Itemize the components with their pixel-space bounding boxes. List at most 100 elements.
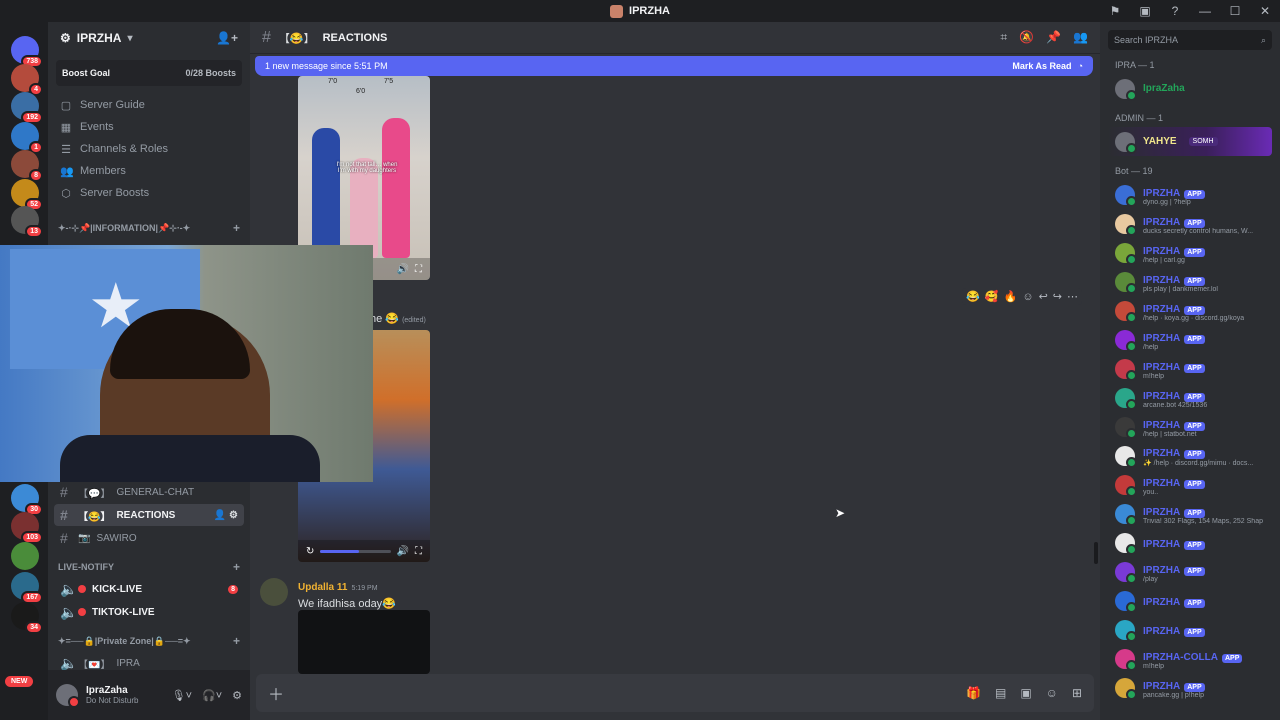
gif-icon[interactable]: ▤ <box>995 686 1006 700</box>
server-icon[interactable] <box>11 542 39 570</box>
notification-icon[interactable]: 🔕 <box>1019 30 1034 45</box>
member-name-row: IPRZHA APP <box>1143 271 1218 286</box>
inbox-icon[interactable]: ⚑ <box>1100 4 1130 18</box>
reaction-laugh[interactable]: 😂 <box>966 290 980 303</box>
new-badge[interactable]: NEW <box>5 676 34 687</box>
channel-tiktok-live[interactable]: 🔈 TIKTOK-LIVE <box>54 601 244 623</box>
channel-settings-icon[interactable]: 👤 ⚙ <box>214 510 238 521</box>
forward-icon[interactable]: ↪ <box>1053 290 1062 303</box>
member-bot[interactable]: IPRZHA APP arcane.bot 425/1536 <box>1108 383 1272 412</box>
server-icon[interactable]: 738 <box>11 36 43 68</box>
member-bot[interactable]: IPRZHA APP dyno.gg | ?help <box>1108 180 1272 209</box>
apps-icon[interactable]: ⊞ <box>1072 686 1082 700</box>
server-icon[interactable]: 167 <box>11 572 43 604</box>
category-private-zone[interactable]: ✦=──🔒|Private Zone|🔒──=✦ + <box>48 631 250 651</box>
member-admin[interactable]: YAHYE SOMH <box>1108 127 1272 156</box>
member-name-row: IPRZHA APP <box>1143 593 1205 608</box>
nav-channels-roles[interactable]: ☰ Channels & Roles <box>48 138 250 160</box>
fullscreen-icon[interactable]: ⛶ <box>415 264 422 275</box>
server-icon[interactable]: 13 <box>11 206 43 238</box>
member-bot[interactable]: IPRZHA APP/play <box>1108 557 1272 586</box>
attach-icon[interactable]: ＋ <box>268 681 284 705</box>
member-bot[interactable]: IPRZHA APP/help | carl.gg <box>1108 238 1272 267</box>
volume-icon[interactable]: 🔊 <box>397 264 409 275</box>
channel-general-chat[interactable]: # 【💬】 GENERAL-CHAT <box>54 481 244 503</box>
member-bot[interactable]: IPRZHA APP <box>1108 615 1272 644</box>
headphones-icon[interactable]: 🎧˅ <box>202 689 222 702</box>
video-attachment[interactable] <box>298 610 430 674</box>
search-input[interactable]: Search IPRZHA ⌕ <box>1108 30 1272 50</box>
member-bot[interactable]: IPRZHA APP you.. <box>1108 470 1272 499</box>
member-bot[interactable]: IPRZHA APP/help | statbot.net <box>1108 412 1272 441</box>
server-icon[interactable]: 192 <box>11 92 43 124</box>
mark-as-read-button[interactable]: Mark As Read <box>1012 61 1071 71</box>
nav-members[interactable]: 👥 Members <box>48 160 250 182</box>
add-channel-icon[interactable]: + <box>233 221 240 235</box>
member-bot[interactable]: IPRZHA APP/help · koya.gg · discord.gg/ko… <box>1108 296 1272 325</box>
sticker-icon[interactable]: ▣ <box>1020 686 1031 700</box>
server-icon[interactable]: 8 <box>11 150 43 182</box>
channel-reactions[interactable]: # 【😂】 REACTIONS 👤 ⚙ <box>54 504 244 526</box>
member-name-row: IPRZHA APP <box>1143 503 1263 518</box>
gift-icon[interactable]: 🎁 <box>966 686 981 700</box>
channel-sawiro[interactable]: # 📷 SAWIRO <box>54 527 244 549</box>
server-icon[interactable]: 30 <box>11 484 43 516</box>
nav-server-boosts[interactable]: ⬡ Server Boosts <box>48 182 250 204</box>
more-icon[interactable]: ⋯ <box>1067 290 1078 303</box>
server-header[interactable]: ⚙ IPRZHA ▾ 👤+ <box>48 22 250 54</box>
category-live-notify[interactable]: LIVE-NOTIFY + <box>48 557 250 577</box>
category-information[interactable]: ✦-‧⊹📌|INFORMATION|📌⊹‧-✦ + <box>48 218 250 238</box>
minimize-button[interactable]: — <box>1190 4 1220 18</box>
member-bot[interactable]: IPRZHA APP pls play | dankmemer.lol <box>1108 267 1272 296</box>
video-progress[interactable] <box>320 549 391 553</box>
reaction-love[interactable]: 🥰 <box>985 290 999 303</box>
member-bot[interactable]: IPRZHA APP/help <box>1108 325 1272 354</box>
emoji-icon[interactable]: ☺ <box>1046 686 1058 700</box>
add-channel-icon[interactable]: + <box>233 634 240 648</box>
boost-goal[interactable]: Boost Goal 0/28 Boosts <box>56 60 242 86</box>
threads-icon[interactable]: ⌗ <box>1000 30 1007 45</box>
pin-icon[interactable]: 📌 <box>1046 30 1061 45</box>
fullscreen-icon[interactable]: ⛶ <box>415 546 422 557</box>
member-bot[interactable]: IPRZHA APP <box>1108 586 1272 615</box>
server-icon[interactable]: 4 <box>11 64 43 96</box>
member-bot[interactable]: IPRZHA APP ✨ /help · discord.gg/mimu · doc… <box>1108 441 1272 470</box>
invite-icon[interactable]: 👤+ <box>216 31 238 45</box>
member-info: IPRZHA APP m!help <box>1143 358 1205 380</box>
server-icon[interactable]: 1 <box>11 122 43 154</box>
channel-kick-live[interactable]: 🔈 KICK-LIVE 8 <box>54 578 244 600</box>
volume-icon[interactable]: 🔊 <box>397 546 409 557</box>
scrollbar[interactable] <box>1094 542 1098 564</box>
member-bot[interactable]: IPRZHA APP ducks secretly control humans, … <box>1108 209 1272 238</box>
nav-events[interactable]: ▦ Events <box>48 116 250 138</box>
new-messages-bar[interactable]: 1 new message since 5:51 PM Mark As Read… <box>255 56 1093 76</box>
add-reaction-icon[interactable]: ☺ <box>1022 291 1033 303</box>
gear-icon[interactable]: ⚙ <box>232 689 242 702</box>
replay-icon[interactable]: ↻ <box>306 546 314 557</box>
user-info[interactable]: IpraZaha Do Not Disturb <box>86 685 138 705</box>
message-author[interactable]: Updalla 11 <box>298 582 347 593</box>
member-bot[interactable]: IPRZHA APP Trivia! 302 Flags, 154 Maps, 25… <box>1108 499 1272 528</box>
microphone-icon[interactable]: 🎙˅ <box>172 689 192 702</box>
avatar[interactable] <box>260 578 288 606</box>
message-composer[interactable]: ＋ 🎁 ▤ ▣ ☺ ⊞ <box>256 674 1094 712</box>
member-bot[interactable]: IPRZHA APP <box>1108 528 1272 557</box>
reply-icon[interactable]: ↩ <box>1039 290 1048 303</box>
server-icon[interactable]: 52 <box>11 179 43 211</box>
close-button[interactable]: ✕ <box>1250 4 1280 18</box>
member-list-icon[interactable]: 👥 <box>1073 30 1088 45</box>
reaction-fire[interactable]: 🔥 <box>1004 290 1018 303</box>
nav-server-guide[interactable]: ▢ Server Guide <box>48 94 250 116</box>
server-icon[interactable]: 34 <box>11 602 43 634</box>
bot-list: IPRZHA APP dyno.gg | ?help IPRZHA APP ducks s… <box>1108 180 1272 702</box>
member-bot[interactable]: IPRZHA APP pancake.gg | p!help <box>1108 673 1272 702</box>
add-channel-icon[interactable]: + <box>233 560 240 574</box>
avatar[interactable] <box>56 684 80 708</box>
maximize-button[interactable]: ☐ <box>1220 4 1250 18</box>
member-owner[interactable]: IpraZaha <box>1108 74 1272 103</box>
screen-icon[interactable]: ▣ <box>1130 4 1160 18</box>
server-icon[interactable]: 103 <box>11 512 43 544</box>
help-icon[interactable]: ? <box>1160 4 1190 18</box>
member-bot[interactable]: IPRZHA-COLLA APP m!help <box>1108 644 1272 673</box>
member-bot[interactable]: IPRZHA APP m!help <box>1108 354 1272 383</box>
